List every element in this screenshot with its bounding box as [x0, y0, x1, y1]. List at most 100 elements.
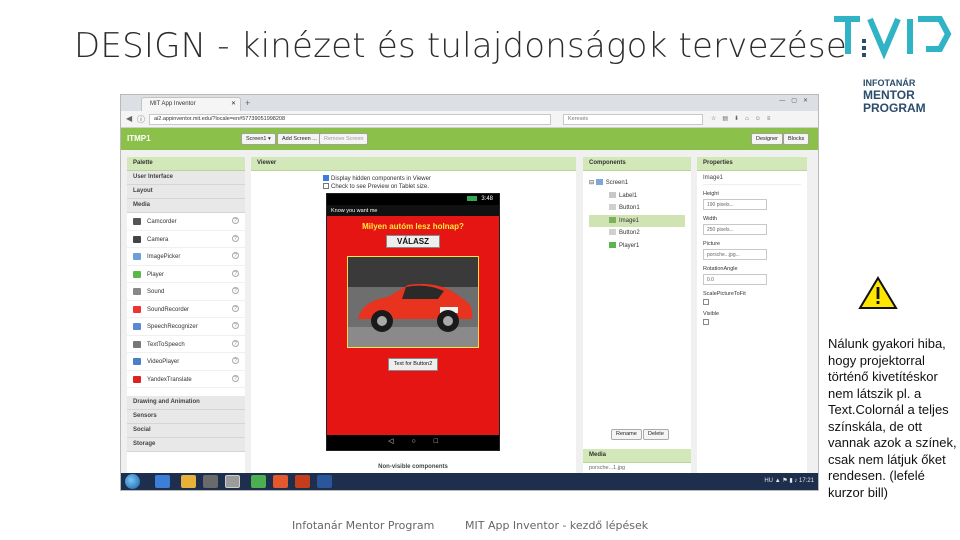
palette-item-label: Sound: [147, 289, 165, 296]
explorer-taskbar-icon[interactable]: [181, 475, 196, 488]
browser-tab[interactable]: MIT App Inventor ✕: [141, 97, 241, 111]
tree-item-player1[interactable]: Player1: [589, 240, 685, 253]
palette-category-social[interactable]: Social: [127, 424, 245, 438]
height-label: Height: [703, 191, 719, 197]
palette-item-speechrecognizer[interactable]: SpeechRecognizer?: [127, 318, 245, 336]
media-header: Media: [583, 449, 691, 463]
tablet-preview-checkbox[interactable]: [323, 183, 329, 190]
label1[interactable]: Milyen autóm lesz holnap?: [327, 222, 499, 231]
help-icon[interactable]: ?: [232, 234, 239, 242]
back-nav-icon[interactable]: ◁: [388, 438, 411, 445]
tree-item-label1[interactable]: Label1: [589, 190, 685, 203]
help-icon[interactable]: ?: [232, 287, 239, 294]
tree-item-button2[interactable]: Button2: [589, 227, 685, 240]
blocks-button[interactable]: Blocks: [783, 133, 810, 145]
collapse-icon[interactable]: ⊟: [589, 180, 596, 186]
sound-recorder-icon: [133, 305, 141, 313]
palette-category-media[interactable]: Media: [127, 199, 245, 213]
tree-item-label: Image1: [619, 217, 640, 224]
battery-icon: [467, 196, 478, 201]
address-bar: ◀ ⓘ ai2.appinventor.mit.edu/?locale=en#5…: [121, 111, 818, 128]
picture-field[interactable]: porsche...jpg...: [703, 249, 767, 260]
help-icon[interactable]: ?: [232, 322, 239, 329]
image-icon: [609, 216, 616, 223]
palette-item-imagepicker[interactable]: ImagePicker?: [127, 248, 245, 266]
palette-item-videoplayer[interactable]: VideoPlayer?: [127, 353, 245, 371]
tree-item-button1[interactable]: Button1: [589, 202, 685, 215]
player-icon: [609, 241, 616, 248]
clock[interactable]: 17:21: [799, 478, 814, 484]
palette-item-soundrecorder[interactable]: SoundRecorder?: [127, 301, 245, 318]
back-icon[interactable]: ◀: [126, 114, 132, 123]
tree-item-image1[interactable]: Image1: [589, 214, 685, 227]
add-screen-button[interactable]: Add Screen ...: [277, 133, 322, 145]
logo-text: INFOTANÁR MENTOR PROGRAM: [863, 78, 926, 115]
chrome-taskbar-icon[interactable]: [251, 475, 266, 488]
phone-statusbar: 3:48: [327, 194, 499, 205]
firefox-taskbar-icon[interactable]: [273, 475, 288, 488]
height-field[interactable]: 190 pixels...: [703, 199, 767, 210]
button1[interactable]: VÁLASZ: [386, 235, 440, 248]
nonvisible-components-label: Non-visible components: [378, 464, 448, 470]
scale-picture-checkbox[interactable]: [703, 299, 709, 305]
component-tree: ⊟ Screen1 Label1 Button1 Image1 Button2 …: [583, 171, 691, 258]
home-nav-icon[interactable]: ○: [411, 438, 433, 445]
tree-root[interactable]: ⊟ Screen1: [589, 177, 685, 190]
word-taskbar-icon[interactable]: [317, 475, 332, 488]
palette-item-camera[interactable]: Camera?: [127, 231, 245, 248]
rename-button[interactable]: Rename: [611, 429, 642, 440]
tablet-preview-label: Check to see Preview on Tablet size.: [331, 184, 429, 190]
help-icon[interactable]: ?: [232, 252, 239, 259]
powerpoint-taskbar-icon[interactable]: [295, 475, 310, 488]
search-input[interactable]: Keresés: [563, 114, 703, 125]
info-icon[interactable]: ⓘ: [137, 114, 145, 125]
palette-category-user-interface[interactable]: User Interface: [127, 171, 245, 185]
image-picker-icon: [133, 253, 141, 260]
help-icon[interactable]: ?: [232, 269, 239, 277]
tray-icons[interactable]: ▲ ⚑ ▮ ♪: [775, 478, 799, 484]
recents-nav-icon[interactable]: □: [434, 438, 456, 445]
tree-root-label: Screen1: [605, 180, 629, 186]
new-tab-icon[interactable]: +: [245, 98, 250, 108]
delete-button[interactable]: Delete: [643, 429, 669, 440]
warning-icon: [858, 276, 898, 309]
palette-item-player[interactable]: Player?: [127, 266, 245, 283]
palette-item-camcorder[interactable]: Camcorder?: [127, 213, 245, 231]
toolbar-icons[interactable]: ☆▤⬇⌂☺≡: [711, 115, 776, 122]
palette-item-texttospeech[interactable]: TextToSpeech?: [127, 336, 245, 353]
palette-category-layout[interactable]: Layout: [127, 185, 245, 199]
help-icon[interactable]: ?: [232, 304, 239, 312]
close-tab-icon[interactable]: ✕: [231, 100, 236, 107]
screen-select-button[interactable]: Screen1 ▾: [241, 133, 276, 145]
width-field[interactable]: 250 pixels...: [703, 224, 767, 235]
designer-button[interactable]: Designer: [751, 133, 784, 145]
window-controls[interactable]: —▢✕: [779, 97, 814, 104]
palette-item-sound[interactable]: Sound?: [127, 283, 245, 301]
visible-checkbox[interactable]: [703, 319, 709, 325]
media-file[interactable]: porsche...1.jpg: [589, 465, 625, 471]
remove-screen-button[interactable]: Remove Screen: [319, 133, 369, 145]
note-text: Nálunk gyakori hiba, hogy projektorral t…: [828, 336, 957, 500]
ie-taskbar-icon[interactable]: [155, 475, 170, 488]
palette-item-yandextranslate[interactable]: YandexTranslate?: [127, 371, 245, 388]
media-taskbar-icon[interactable]: [203, 475, 218, 488]
help-icon[interactable]: ?: [232, 374, 239, 382]
help-icon[interactable]: ?: [232, 357, 239, 364]
video-player-icon: [133, 358, 141, 365]
hidden-components-checkbox[interactable]: [323, 175, 329, 182]
itmp-logo: INFOTANÁR MENTOR PROGRAM: [832, 14, 960, 118]
palette-category-sensors[interactable]: Sensors: [127, 410, 245, 424]
properties-panel: Properties Image1 Height 190 pixels... W…: [697, 157, 807, 490]
help-icon[interactable]: ?: [232, 339, 239, 347]
app-taskbar-icon[interactable]: [225, 475, 240, 488]
selected-component-name: Image1: [703, 175, 801, 185]
image1-car[interactable]: [347, 256, 479, 348]
palette-category-drawing[interactable]: Drawing and Animation: [127, 396, 245, 410]
language-indicator[interactable]: HU: [764, 478, 773, 484]
rotation-field[interactable]: 0.0: [703, 274, 767, 285]
button2[interactable]: Text for Button2: [388, 358, 438, 371]
url-input[interactable]: ai2.appinventor.mit.edu/?locale=en#57739…: [149, 114, 551, 125]
start-button[interactable]: [125, 474, 140, 489]
palette-category-storage[interactable]: Storage: [127, 438, 245, 452]
help-icon[interactable]: ?: [232, 217, 239, 224]
